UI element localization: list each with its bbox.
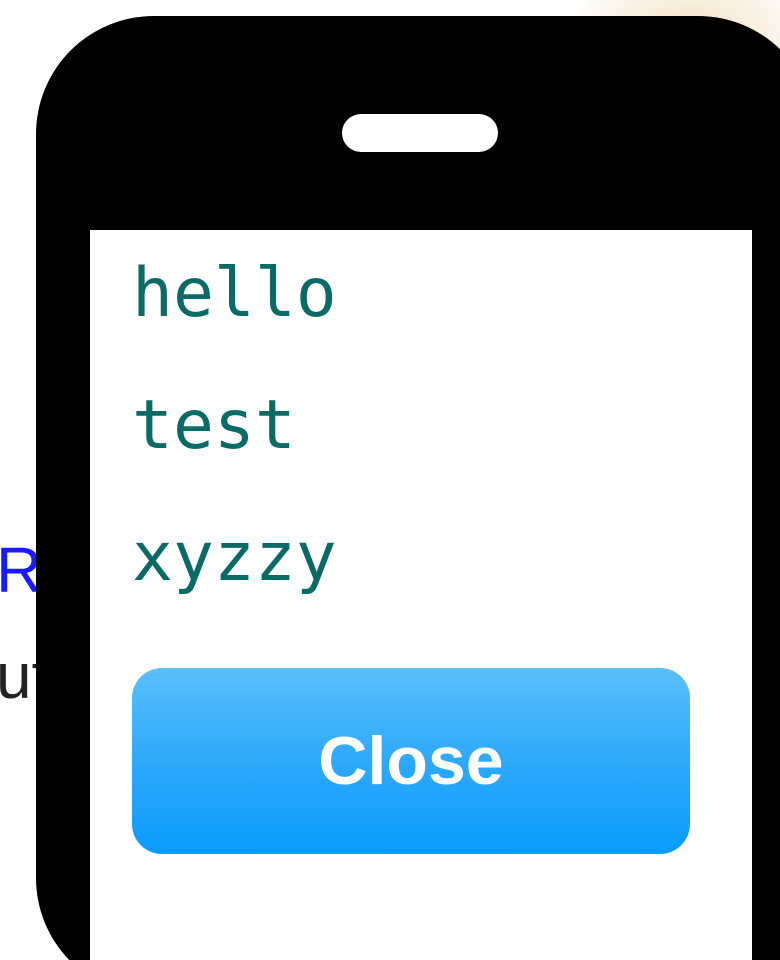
screen-text-line-hello: hello: [132, 254, 337, 333]
close-button[interactable]: Close: [132, 668, 690, 854]
screen-text-line-xyzzy: xyzzy: [132, 518, 337, 597]
page: RT ut hello test xyzzy Close: [0, 0, 780, 960]
phone-frame: hello test xyzzy Close: [36, 16, 780, 960]
screen-text-line-test: test: [132, 386, 296, 465]
close-button-label: Close: [318, 723, 504, 799]
phone-speaker: [342, 114, 498, 152]
phone-screen: hello test xyzzy Close: [90, 230, 752, 960]
